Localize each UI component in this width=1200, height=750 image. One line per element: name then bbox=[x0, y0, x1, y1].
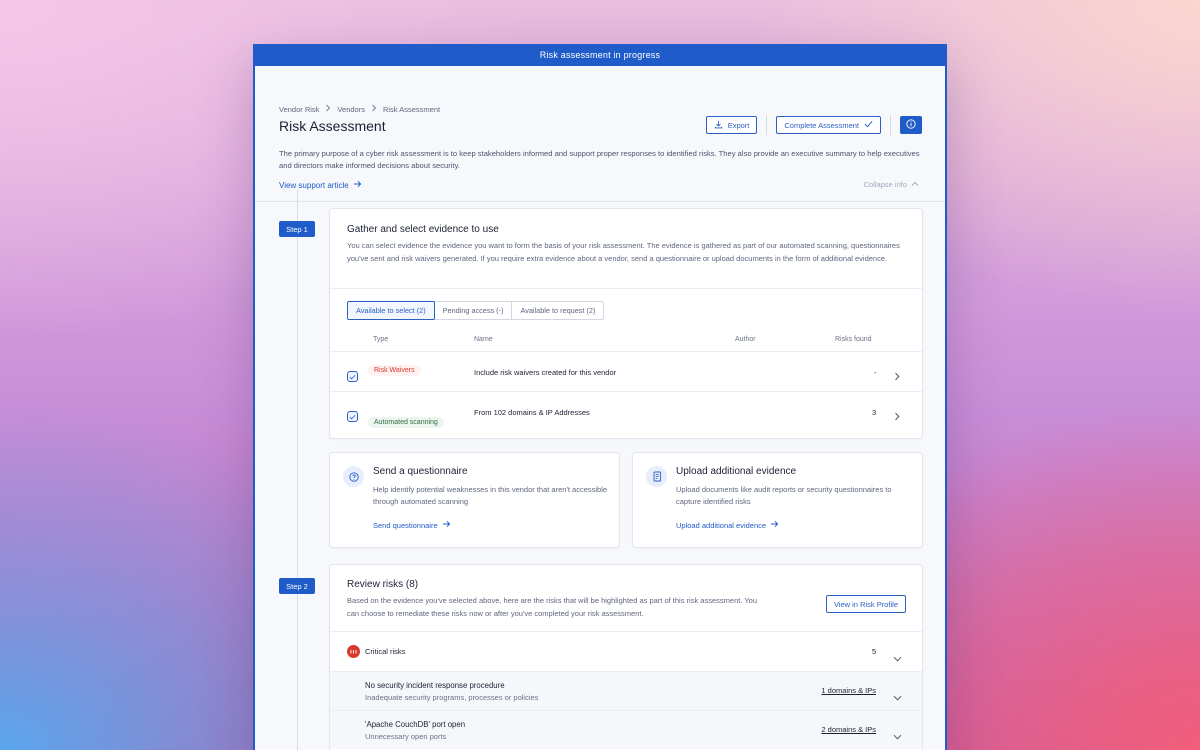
type-tag-automated-scanning: Automated scanning bbox=[368, 417, 444, 428]
review-risks-description: Based on the evidence you've selected ab… bbox=[347, 596, 758, 618]
risk-title: 'Apache CouchDB' port open bbox=[365, 720, 466, 729]
row-checkbox[interactable] bbox=[347, 371, 358, 382]
breadcrumb: Vendor Risk Vendors Risk Assessment bbox=[279, 104, 440, 114]
risk-title: No security incident response procedure bbox=[365, 681, 505, 690]
arrow-right-icon bbox=[353, 180, 362, 190]
send-questionnaire-link[interactable]: Send questionnaire bbox=[373, 520, 451, 530]
breadcrumb-item-vendor-risk[interactable]: Vendor Risk bbox=[279, 105, 319, 114]
tab-available-to-request[interactable]: Available to request (2) bbox=[511, 301, 605, 320]
chevron-right-icon bbox=[371, 104, 377, 114]
risk-row[interactable]: No security incident response procedure … bbox=[330, 671, 922, 710]
critical-risks-label: Critical risks bbox=[365, 647, 406, 656]
review-risks-card: Review risks (8) Based on the evidence y… bbox=[329, 564, 923, 750]
chevron-down-icon[interactable] bbox=[893, 649, 902, 667]
evidence-card: Gather and select evidence to use You ca… bbox=[329, 208, 923, 439]
view-in-risk-profile-button[interactable]: View in Risk Profile bbox=[825, 595, 906, 613]
column-header-author: Author bbox=[735, 336, 756, 343]
collapse-info-label: Collapse info bbox=[863, 180, 907, 189]
breadcrumb-item-vendors[interactable]: Vendors bbox=[337, 105, 365, 114]
breadcrumb-item-risk-assessment: Risk Assessment bbox=[382, 104, 441, 114]
tab-available-to-select[interactable]: Available to select (2) bbox=[347, 301, 435, 320]
table-row[interactable]: Risk Waivers Include risk waivers create… bbox=[330, 351, 922, 391]
upload-evidence-link-label: Upload additional evidence bbox=[676, 520, 767, 530]
complete-assessment-button[interactable]: Complete Assessment bbox=[776, 116, 881, 134]
risk-category: Inadequate security programs, processes … bbox=[365, 693, 539, 702]
upload-evidence-description: Upload documents like audit reports or s… bbox=[676, 485, 892, 506]
row-checkbox[interactable] bbox=[347, 411, 358, 422]
export-button[interactable]: Export bbox=[705, 116, 758, 134]
evidence-card-title: Gather and select evidence to use bbox=[347, 224, 499, 235]
critical-severity-icon bbox=[347, 645, 360, 658]
support-link-label: View support article bbox=[279, 180, 349, 190]
info-button[interactable] bbox=[900, 116, 922, 134]
timeline-line bbox=[297, 190, 298, 750]
document-icon bbox=[646, 466, 667, 487]
info-icon bbox=[906, 116, 916, 134]
arrow-right-icon bbox=[442, 520, 451, 530]
status-banner: Risk assessment in progress bbox=[255, 44, 945, 66]
column-header-risks-found: Risks found bbox=[835, 336, 872, 343]
risk-row[interactable]: 'Apache CouchDB' port open Unnecessary o… bbox=[330, 710, 922, 749]
review-risks-title: Review risks (8) bbox=[347, 579, 419, 590]
risk-category: Unnecessary open ports bbox=[365, 732, 447, 741]
header-actions: Export Complete Assessment bbox=[705, 115, 922, 135]
download-icon bbox=[714, 120, 723, 131]
check-icon bbox=[349, 414, 356, 419]
row-risks-found: 3 bbox=[872, 408, 877, 417]
chevron-right-icon[interactable] bbox=[894, 368, 900, 386]
table-row[interactable]: Automated scanning From 102 domains & IP… bbox=[330, 391, 922, 431]
send-questionnaire-link-label: Send questionnaire bbox=[373, 520, 438, 530]
send-questionnaire-title: Send a questionnaire bbox=[373, 466, 468, 477]
critical-risks-count: 5 bbox=[872, 647, 877, 656]
tab-pending-access[interactable]: Pending access (-) bbox=[433, 301, 513, 320]
chevron-down-icon[interactable] bbox=[893, 688, 902, 706]
row-risks-found: - bbox=[874, 368, 877, 377]
view-support-article-link[interactable]: View support article bbox=[279, 180, 362, 190]
arrow-right-icon bbox=[770, 520, 779, 530]
row-name: Include risk waivers created for this ve… bbox=[474, 368, 617, 377]
critical-risks-row[interactable]: Critical risks 5 bbox=[330, 631, 922, 671]
app-window: Risk assessment in progress Vendor Risk … bbox=[253, 44, 947, 750]
evidence-card-description: You can select evidence the evidence you… bbox=[347, 241, 900, 263]
affected-domains-link[interactable]: 2 domains & IPs bbox=[821, 725, 876, 734]
chevron-right-icon[interactable] bbox=[894, 408, 900, 426]
check-icon bbox=[864, 120, 873, 130]
column-header-type: Type bbox=[373, 336, 389, 343]
row-name: From 102 domains & IP Addresses bbox=[474, 408, 590, 417]
chevron-down-icon[interactable] bbox=[893, 727, 902, 745]
affected-domains-link[interactable]: 1 domains & IPs bbox=[821, 686, 876, 695]
upload-evidence-link[interactable]: Upload additional evidence bbox=[676, 520, 779, 530]
upload-evidence-title: Upload additional evidence bbox=[676, 466, 797, 477]
send-questionnaire-card: Send a questionnaire Help identify poten… bbox=[329, 452, 620, 548]
chevron-up-icon bbox=[911, 180, 919, 189]
export-label: Export bbox=[727, 120, 750, 130]
evidence-tabs: Available to select (2) Pending access (… bbox=[347, 301, 605, 320]
page-header: Vendor Risk Vendors Risk Assessment Risk… bbox=[255, 66, 945, 202]
type-tag-risk-waivers: Risk Waivers bbox=[368, 365, 421, 376]
collapse-info-button[interactable]: Collapse info bbox=[864, 180, 919, 189]
divider bbox=[766, 115, 768, 135]
step-1-badge: Step 1 bbox=[279, 221, 315, 237]
page-title: Risk Assessment bbox=[279, 118, 386, 134]
column-header-name: Name bbox=[474, 336, 493, 343]
divider bbox=[330, 288, 922, 289]
complete-assessment-label: Complete Assessment bbox=[784, 120, 859, 130]
upload-evidence-card: Upload additional evidence Upload docume… bbox=[632, 452, 923, 548]
question-icon bbox=[343, 466, 364, 487]
check-icon bbox=[349, 374, 356, 379]
divider bbox=[890, 115, 891, 135]
page-description: The primary purpose of a cyber risk asse… bbox=[279, 149, 920, 170]
send-questionnaire-description: Help identify potential weaknesses in th… bbox=[373, 485, 608, 506]
step-2-badge: Step 2 bbox=[279, 578, 315, 594]
chevron-right-icon bbox=[325, 104, 331, 114]
